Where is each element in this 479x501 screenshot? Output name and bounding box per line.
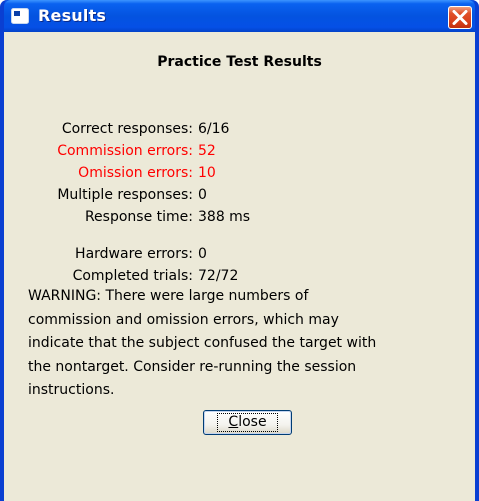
stat-label: Commission errors:	[57, 143, 193, 159]
stat-row-response-time: Response time: 388 ms	[4, 207, 475, 227]
stat-label: Hardware errors:	[75, 246, 193, 262]
warning-line: indicate that the subject confused the t…	[28, 335, 377, 351]
results-window: Results Practice Test Results Correct re…	[0, 0, 479, 501]
stat-row-hardware-errors: Hardware errors: 0	[4, 244, 475, 264]
stat-row-omission-errors: Omission errors: 10	[4, 163, 475, 183]
stat-label: Correct responses:	[61, 121, 193, 137]
window-title: Results	[38, 6, 107, 25]
warning-line: instructions.	[28, 382, 115, 398]
stat-row-correct-responses: Correct responses: 6/16	[4, 119, 475, 139]
close-button-mnemonic: C	[228, 414, 239, 430]
stat-value: 72/72	[198, 268, 239, 284]
title-bar[interactable]: Results	[4, 0, 475, 32]
stat-row-completed-trials: Completed trials: 72/72	[4, 266, 475, 286]
stat-value: 0	[198, 187, 207, 203]
stat-value: 52	[198, 143, 216, 159]
close-button-label: lose	[238, 414, 267, 430]
stat-label: Response time:	[84, 209, 193, 225]
close-icon	[452, 10, 468, 25]
stat-label: Omission errors:	[78, 165, 193, 181]
stat-row-multiple-responses: Multiple responses: 0	[4, 185, 475, 205]
window-close-button[interactable]	[448, 6, 472, 29]
warning-message: WARNING: There were large numbers of com…	[28, 285, 458, 403]
close-button[interactable]: Close	[203, 410, 292, 435]
stat-value: 10	[198, 165, 216, 181]
stat-value: 6/16	[198, 121, 230, 137]
window-app-icon	[11, 8, 29, 24]
warning-line: WARNING: There were large numbers of	[28, 288, 309, 304]
results-heading: Practice Test Results	[157, 54, 322, 70]
stat-label: Multiple responses:	[57, 187, 193, 203]
stat-value: 388 ms	[198, 209, 251, 225]
warning-line: the nontarget. Consider re-running the s…	[28, 358, 357, 375]
stat-row-commission-errors: Commission errors: 52	[4, 141, 475, 161]
close-button-focus-ring: Close	[217, 413, 278, 432]
warning-line: commission and omission errors, which ma…	[28, 311, 339, 328]
stat-label: Completed trials:	[72, 268, 193, 284]
stat-value: 0	[198, 246, 207, 262]
